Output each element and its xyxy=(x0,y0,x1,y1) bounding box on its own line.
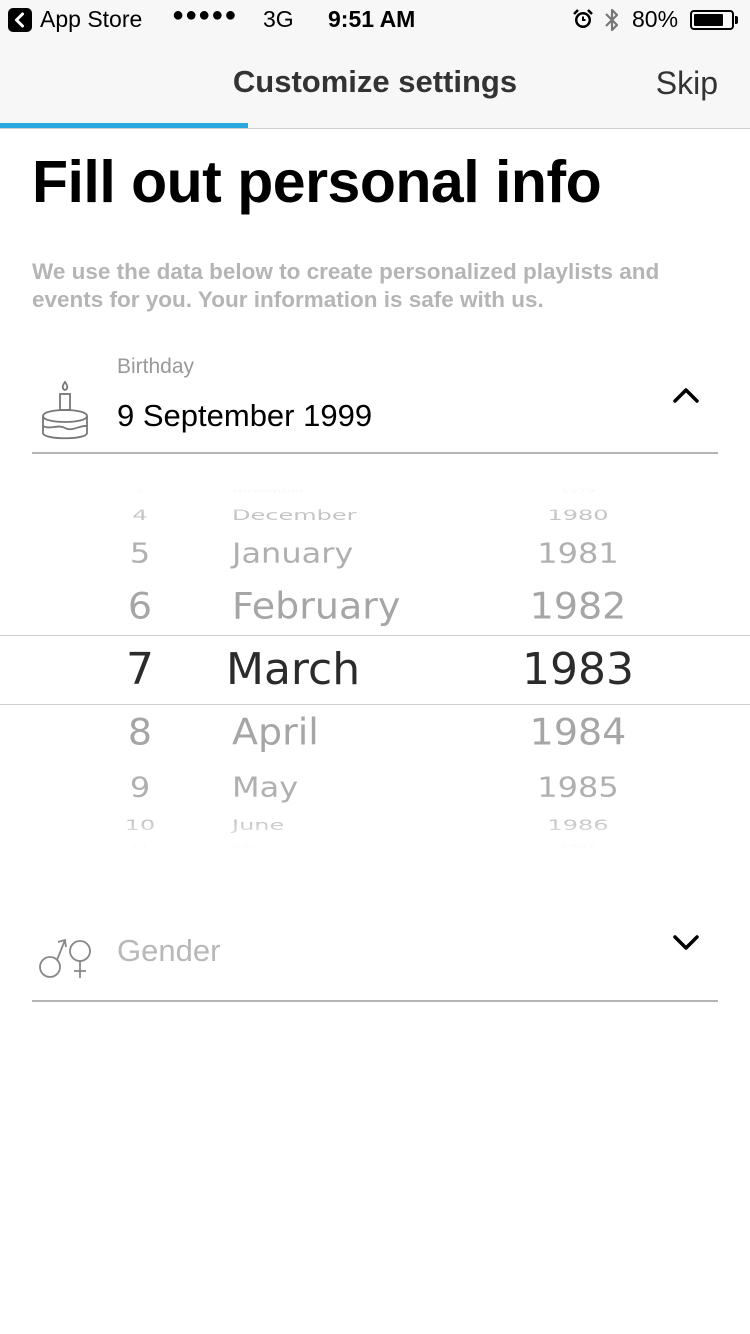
gender-symbols-icon xyxy=(38,936,94,985)
picker-month[interactable]: December xyxy=(232,506,356,523)
picker-day[interactable]: 7 xyxy=(126,644,154,697)
battery-icon xyxy=(690,10,734,30)
picker-month[interactable]: April xyxy=(232,711,319,754)
picker-row[interactable]: 3 November 1979 xyxy=(0,485,750,499)
picker-year[interactable]: 1979 xyxy=(560,488,596,494)
birthday-label: Birthday xyxy=(117,355,195,378)
picker-selection-bottom-line xyxy=(0,704,750,705)
picker-month[interactable]: May xyxy=(232,771,298,804)
picker-year[interactable]: 1985 xyxy=(537,771,618,804)
picker-month[interactable]: February xyxy=(232,585,400,628)
bluetooth-icon xyxy=(602,6,622,40)
picker-year[interactable]: 1981 xyxy=(537,537,618,570)
picker-month[interactable]: July xyxy=(232,844,257,850)
skip-button[interactable]: Skip xyxy=(656,65,718,102)
navigation-bar: Customize settings Skip xyxy=(0,40,750,129)
setup-progress-bar xyxy=(0,123,248,128)
picker-day[interactable]: 5 xyxy=(130,537,150,570)
picker-day[interactable]: 4 xyxy=(132,506,147,523)
picker-row[interactable]: 5 January 1981 xyxy=(0,534,750,572)
picker-month[interactable]: November xyxy=(232,488,305,494)
picker-row[interactable]: 10 June 1986 xyxy=(0,811,750,840)
picker-month[interactable]: June xyxy=(232,816,284,833)
gender-placeholder: Gender xyxy=(117,933,221,968)
picker-day[interactable]: 10 xyxy=(125,816,156,833)
network-type: 3G xyxy=(263,6,294,32)
birthday-field[interactable]: Birthday 9 September 1999 xyxy=(32,350,718,454)
picker-month[interactable]: March xyxy=(226,644,360,697)
picker-day[interactable]: 9 xyxy=(130,771,150,804)
battery-percent: 80% xyxy=(632,6,679,32)
back-app-label[interactable]: App Store xyxy=(40,6,142,33)
gender-field[interactable]: Gender xyxy=(32,900,718,1002)
picker-row[interactable]: 8 April 1984 xyxy=(0,710,750,756)
picker-day[interactable]: 6 xyxy=(128,585,152,628)
picker-selection-top-line xyxy=(0,635,750,636)
status-bar: App Store ●●●●● 3G 9:51 AM 80% xyxy=(0,0,750,40)
signal-strength: ●●●●● xyxy=(172,4,238,26)
birthday-value: 9 September 1999 xyxy=(117,398,373,433)
picker-year[interactable]: 1982 xyxy=(530,585,627,628)
chevron-up-icon[interactable] xyxy=(672,386,700,409)
picker-row[interactable]: 4 December 1980 xyxy=(0,501,750,530)
picker-row[interactable]: 11 July 1987 xyxy=(0,839,750,850)
clock: 9:51 AM xyxy=(328,6,416,32)
picker-year[interactable]: 1983 xyxy=(522,644,634,697)
date-picker[interactable]: 3 November 1979 4 December 1980 5 January 1981 6 F… xyxy=(0,485,750,850)
picker-year[interactable]: 1986 xyxy=(547,816,608,833)
picker-year[interactable]: 1980 xyxy=(547,506,608,523)
picker-year[interactable]: 1984 xyxy=(530,711,627,754)
page-title: Fill out personal info xyxy=(32,149,602,215)
battery-tip xyxy=(735,16,738,24)
birthday-cake-icon xyxy=(38,380,92,447)
alarm-icon xyxy=(572,8,594,36)
nav-title: Customize settings xyxy=(232,64,518,99)
picker-year[interactable]: 1987 xyxy=(560,844,596,850)
picker-row[interactable]: 6 February 1982 xyxy=(0,584,750,630)
picker-row[interactable]: 9 May 1985 xyxy=(0,768,750,806)
chevron-down-icon[interactable] xyxy=(672,933,700,956)
picker-day[interactable]: 11 xyxy=(131,844,149,850)
intro-text: We use the data below to create personal… xyxy=(32,259,660,312)
picker-selected-row[interactable]: 7 March 1983 xyxy=(0,644,750,697)
picker-day[interactable]: 8 xyxy=(128,711,152,754)
picker-month[interactable]: January xyxy=(232,537,353,570)
back-to-app-icon[interactable] xyxy=(8,8,32,32)
picker-day[interactable]: 3 xyxy=(136,488,145,494)
